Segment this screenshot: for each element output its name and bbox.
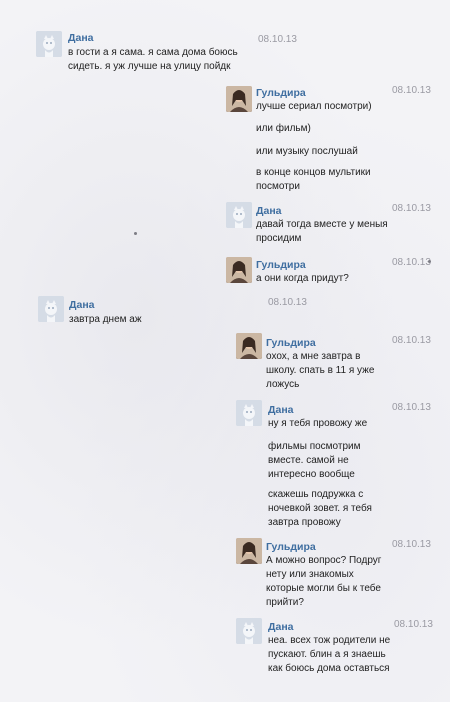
message-text: прийти? bbox=[266, 597, 304, 608]
author-name[interactable]: Дана bbox=[69, 299, 95, 311]
avatar-guldira[interactable] bbox=[236, 538, 262, 564]
dog-avatar-icon bbox=[236, 400, 262, 426]
message-text: школу. спать в 11 я уже bbox=[266, 365, 375, 376]
message-date: 08.10.13 bbox=[392, 539, 431, 550]
message-text: в гости а я сама. я сама дома боюсь bbox=[68, 47, 238, 58]
person-photo-icon bbox=[236, 538, 262, 564]
message-text: нету или знакомых bbox=[266, 569, 354, 580]
message-date: 08.10.13 bbox=[392, 402, 431, 413]
message-text: вместе. самой не bbox=[268, 455, 349, 466]
person-photo-icon bbox=[226, 257, 252, 283]
message-date: 08.10.13 bbox=[258, 34, 297, 45]
author-name[interactable]: Дана bbox=[268, 621, 294, 633]
message-text: А можно вопрос? Подруг bbox=[266, 555, 382, 566]
message-text: скажешь подружка с bbox=[268, 489, 364, 500]
message-text: интересно вообще bbox=[268, 469, 355, 480]
author-name[interactable]: Гульдира bbox=[266, 337, 316, 349]
dog-avatar-icon bbox=[38, 296, 64, 322]
message-text: или фильм) bbox=[256, 123, 311, 134]
message-date: 08.10.13 bbox=[392, 335, 431, 346]
message-text: пускают. блин а я знаешь bbox=[268, 649, 386, 660]
person-photo-icon bbox=[226, 86, 252, 112]
scan-speck bbox=[134, 232, 137, 235]
message-text: в конце концов мультики bbox=[256, 167, 371, 178]
message-text: ложусь bbox=[266, 379, 300, 390]
message-text: охох, а мне завтра в bbox=[266, 351, 361, 362]
message-date: 08.10.13 bbox=[392, 257, 431, 268]
author-name[interactable]: Гульдира bbox=[256, 87, 306, 99]
message-text: лучше сериал посмотри) bbox=[256, 101, 372, 112]
message-text: неа. всех тож родители не bbox=[268, 635, 391, 646]
message-date: 08.10.13 bbox=[392, 85, 431, 96]
avatar-dana[interactable] bbox=[236, 400, 262, 426]
scanned-page-background bbox=[0, 0, 450, 702]
message-text: ну я тебя провожу же bbox=[268, 418, 368, 429]
author-name[interactable]: Дана bbox=[256, 205, 282, 217]
author-name[interactable]: Дана bbox=[68, 32, 94, 44]
avatar-dana[interactable] bbox=[38, 296, 64, 322]
scan-speck bbox=[428, 260, 431, 263]
author-name[interactable]: Гульдира bbox=[266, 541, 316, 553]
avatar-dana[interactable] bbox=[226, 202, 252, 228]
message-date: 08.10.13 bbox=[268, 297, 307, 308]
person-photo-icon bbox=[236, 333, 262, 359]
dog-avatar-icon bbox=[226, 202, 252, 228]
message-date: 08.10.13 bbox=[392, 203, 431, 214]
message-text: давай тогда вместе у меныя bbox=[256, 219, 388, 230]
message-text: сидеть. я уж лучше на улицу пойдк bbox=[68, 61, 231, 72]
message-text: ночевкой зовет. я тебя bbox=[268, 503, 372, 514]
message-text: которые могли бы к тебе bbox=[266, 583, 381, 594]
avatar-guldira[interactable] bbox=[236, 333, 262, 359]
message-text: как боюсь дома оставться bbox=[268, 663, 390, 674]
avatar-dana[interactable] bbox=[36, 31, 62, 57]
message-text: завтра днем аж bbox=[69, 314, 142, 325]
message-text: просидим bbox=[256, 233, 302, 244]
message-text: посмотри bbox=[256, 181, 300, 192]
message-text: фильмы посмотрим bbox=[268, 441, 361, 452]
author-name[interactable]: Гульдира bbox=[256, 259, 306, 271]
avatar-guldira[interactable] bbox=[226, 257, 252, 283]
dog-avatar-icon bbox=[36, 31, 62, 57]
message-text: или музыку послушай bbox=[256, 146, 358, 157]
message-text: завтра провожу bbox=[268, 517, 341, 528]
message-text: а они когда придут? bbox=[256, 273, 349, 284]
avatar-guldira[interactable] bbox=[226, 86, 252, 112]
message-date: 08.10.13 bbox=[394, 619, 433, 630]
dog-avatar-icon bbox=[236, 618, 262, 644]
author-name[interactable]: Дана bbox=[268, 404, 294, 416]
avatar-dana[interactable] bbox=[236, 618, 262, 644]
